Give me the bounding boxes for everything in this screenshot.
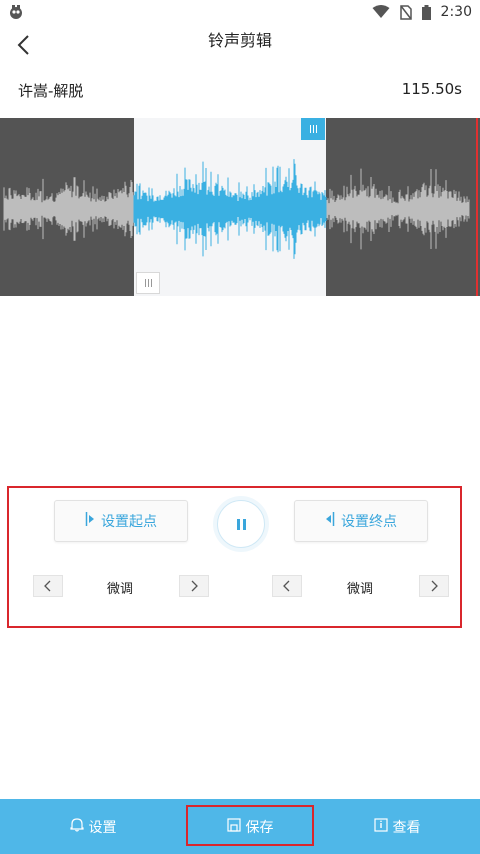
- tab-view-label: 查看: [392, 819, 421, 836]
- set-end-icon: [325, 511, 335, 531]
- waveform-graph: [3, 159, 470, 259]
- set-end-label: 设置终点: [341, 514, 397, 530]
- end-drag-handle[interactable]: [301, 118, 325, 140]
- chevron-left-icon: [44, 577, 52, 596]
- battery-icon: [421, 4, 431, 20]
- end-fine-tune-increase-button[interactable]: [419, 575, 449, 597]
- chevron-left-icon: [283, 577, 291, 596]
- tab-settings-label: 设置: [88, 819, 117, 836]
- chevron-right-icon: [190, 577, 198, 596]
- set-start-icon: [85, 511, 95, 531]
- no-sim-icon: [399, 4, 412, 20]
- status-bar: 2:30: [0, 0, 480, 24]
- info-icon: [373, 817, 388, 836]
- start-fine-tune-decrease-button[interactable]: [33, 575, 63, 597]
- start-fine-tune-increase-button[interactable]: [179, 575, 209, 597]
- set-start-button[interactable]: 设置起点: [54, 500, 188, 542]
- tab-view[interactable]: 查看: [314, 799, 480, 854]
- song-info: 许嵩-解脱 115.50s: [0, 70, 480, 114]
- chevron-right-icon: [430, 577, 438, 596]
- set-start-label: 设置起点: [101, 514, 157, 530]
- bottom-tab-bar: 设置 保存 查看: [0, 799, 480, 854]
- trim-controls-panel: 设置起点 设置终点 微调 微调: [7, 486, 462, 628]
- playback-end-marker: [476, 118, 478, 296]
- app-notification-icon: [8, 4, 24, 20]
- bell-icon: [69, 817, 84, 836]
- set-end-button[interactable]: 设置终点: [294, 500, 428, 542]
- start-fine-tune-label: 微调: [106, 582, 133, 597]
- header: 铃声剪辑: [0, 24, 480, 70]
- wifi-icon: [372, 5, 390, 19]
- end-fine-tune-label: 微调: [346, 582, 373, 597]
- page-title: 铃声剪辑: [207, 31, 272, 50]
- pause-button[interactable]: [217, 500, 265, 548]
- song-name: 许嵩-解脱: [18, 82, 84, 100]
- waveform-editor[interactable]: [0, 118, 480, 296]
- save-highlight-box: [186, 805, 314, 846]
- status-time: 2:30: [440, 4, 472, 20]
- start-drag-handle[interactable]: [136, 272, 160, 294]
- end-fine-tune-decrease-button[interactable]: [272, 575, 302, 597]
- tab-settings[interactable]: 设置: [0, 799, 186, 854]
- song-duration: 115.50s: [401, 80, 462, 98]
